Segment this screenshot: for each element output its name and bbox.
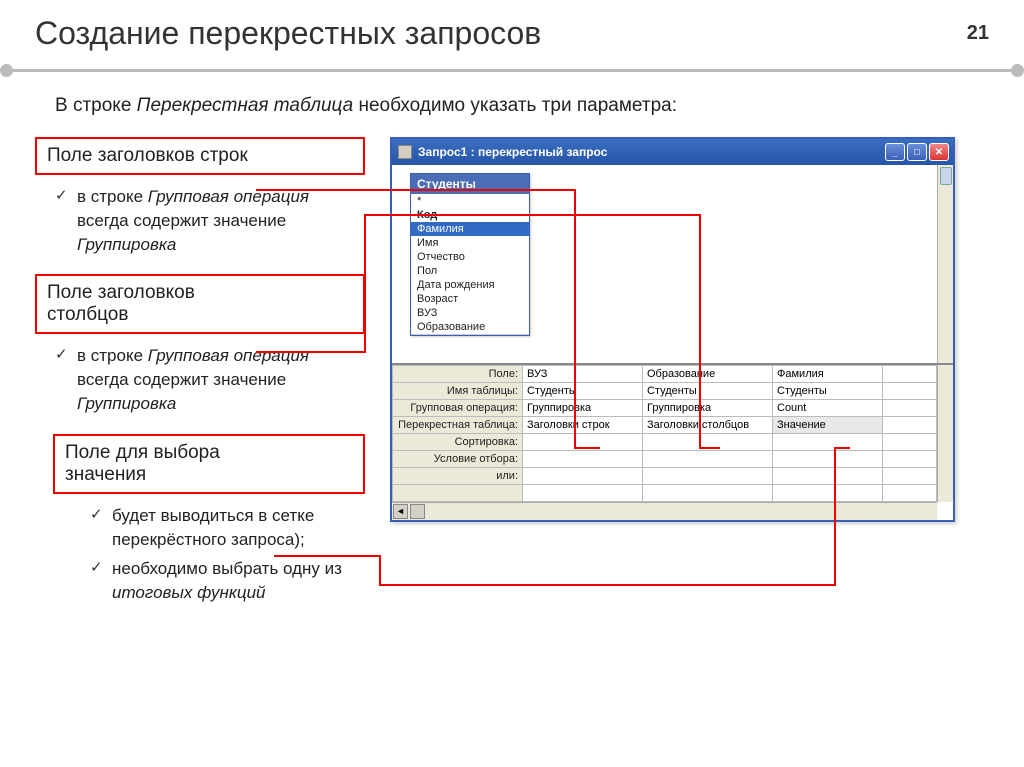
- field-imya[interactable]: Имя: [411, 236, 529, 250]
- lbl-groupop: Групповая операция:: [393, 400, 523, 417]
- field-otchestvo[interactable]: Отчество: [411, 250, 529, 264]
- scroll-left-icon[interactable]: ◄: [393, 504, 408, 519]
- table-card-title: Студенты: [411, 174, 529, 194]
- t: всегда содержит значение: [77, 370, 286, 389]
- lower-scrollbar-h[interactable]: ◄: [392, 502, 937, 520]
- t: Группировка: [77, 235, 176, 254]
- cell-empty[interactable]: [883, 366, 937, 383]
- t: Групповая операция: [148, 346, 309, 365]
- cell-empty[interactable]: [883, 451, 937, 468]
- cell-empty[interactable]: [773, 468, 883, 485]
- cell-empty[interactable]: [773, 434, 883, 451]
- t: итоговых функций: [112, 583, 265, 602]
- t: Групповая операция: [148, 187, 309, 206]
- cell-field-1[interactable]: ВУЗ: [523, 366, 643, 383]
- t: всегда содержит значение: [77, 211, 286, 230]
- table-card[interactable]: Студенты * Код Фамилия Имя Отчество Пол …: [410, 173, 530, 336]
- t: Поле заголовков: [47, 282, 195, 303]
- t: столбцов: [47, 304, 128, 325]
- cell-empty[interactable]: [523, 451, 643, 468]
- t: необходимо выбрать одну из: [112, 559, 342, 578]
- cell-field-3[interactable]: Фамилия: [773, 366, 883, 383]
- lbl-crosstab: Перекрестная таблица:: [393, 417, 523, 434]
- bullet-output: будет выводиться в сетке перекрёстного з…: [90, 504, 365, 552]
- callout-value-field: Поле для выбора значения: [53, 434, 365, 494]
- bullet-agg-func: необходимо выбрать одну из итоговых функ…: [90, 557, 365, 605]
- cell-empty[interactable]: [523, 485, 643, 502]
- t: значения: [65, 464, 146, 485]
- cell-op-1[interactable]: Группировка: [523, 400, 643, 417]
- field-pol[interactable]: Пол: [411, 264, 529, 278]
- upper-scrollbar-v[interactable]: [937, 165, 953, 363]
- design-grid[interactable]: Поле: ВУЗ Образование Фамилия Имя таблиц…: [392, 365, 953, 520]
- field-vuz[interactable]: ВУЗ: [411, 306, 529, 320]
- bullet-group-op-2: в строке Групповая операция всегда содер…: [55, 344, 365, 415]
- cell-empty[interactable]: [523, 468, 643, 485]
- divider: [0, 60, 1024, 80]
- cell-empty[interactable]: [643, 451, 773, 468]
- cell-op-2[interactable]: Группировка: [643, 400, 773, 417]
- cell-empty[interactable]: [883, 400, 937, 417]
- bullet-group-op-1: в строке Групповая операция всегда содер…: [55, 185, 365, 256]
- cell-empty[interactable]: [643, 485, 773, 502]
- lbl-sort: Сортировка:: [393, 434, 523, 451]
- intro-pre: В строке: [55, 95, 137, 116]
- callout-col-headers: Поле заголовков столбцов: [35, 274, 365, 334]
- window-icon: [398, 145, 412, 159]
- scroll-thumb[interactable]: [410, 504, 425, 519]
- cell-empty[interactable]: [883, 485, 937, 502]
- left-column: Поле заголовков строк в строке Групповая…: [35, 137, 365, 623]
- field-familiya[interactable]: Фамилия: [411, 222, 529, 236]
- field-age[interactable]: Возраст: [411, 292, 529, 306]
- titlebar[interactable]: Запрос1 : перекрестный запрос _ □ ✕: [392, 139, 953, 165]
- lbl-field: Поле:: [393, 366, 523, 383]
- cell-op-3[interactable]: Count: [773, 400, 883, 417]
- cell-empty[interactable]: [773, 451, 883, 468]
- slide-title: Создание перекрестных запросов: [35, 15, 541, 52]
- cell-field-2[interactable]: Образование: [643, 366, 773, 383]
- cell-cross-1[interactable]: Заголовки строк: [523, 417, 643, 434]
- cell-empty[interactable]: [883, 383, 937, 400]
- close-button[interactable]: ✕: [929, 143, 949, 161]
- cell-table-3[interactable]: Студенты: [773, 383, 883, 400]
- cell-empty[interactable]: [773, 485, 883, 502]
- page-number: 21: [967, 22, 989, 45]
- field-star[interactable]: *: [411, 194, 529, 208]
- t: Группировка: [77, 394, 176, 413]
- minimize-button[interactable]: _: [885, 143, 905, 161]
- field-education[interactable]: Образование: [411, 320, 529, 335]
- cell-empty[interactable]: [883, 468, 937, 485]
- maximize-button[interactable]: □: [907, 143, 927, 161]
- field-birthdate[interactable]: Дата рождения: [411, 278, 529, 292]
- cell-table-1[interactable]: Студенты: [523, 383, 643, 400]
- callout-row-headers: Поле заголовков строк: [35, 137, 365, 175]
- cell-cross-2[interactable]: Заголовки столбцов: [643, 417, 773, 434]
- cell-empty[interactable]: [883, 434, 937, 451]
- t: Поле для выбора: [65, 442, 220, 463]
- t: в строке: [77, 187, 148, 206]
- lbl-blank: [393, 485, 523, 502]
- cell-empty[interactable]: [643, 468, 773, 485]
- cell-empty[interactable]: [643, 434, 773, 451]
- table-pane[interactable]: Студенты * Код Фамилия Имя Отчество Пол …: [392, 165, 953, 365]
- lbl-or: или:: [393, 468, 523, 485]
- intro-post: необходимо указать три параметра:: [353, 95, 677, 116]
- query-window: Запрос1 : перекрестный запрос _ □ ✕ Студ…: [390, 137, 955, 522]
- field-kod[interactable]: Код: [411, 208, 529, 222]
- cell-empty[interactable]: [883, 417, 937, 434]
- window-title: Запрос1 : перекрестный запрос: [418, 145, 607, 159]
- intro-italic: Перекрестная таблица: [137, 95, 354, 116]
- lbl-table: Имя таблицы:: [393, 383, 523, 400]
- lbl-criteria: Условие отбора:: [393, 451, 523, 468]
- cell-cross-3[interactable]: Значение: [773, 417, 883, 434]
- cell-table-2[interactable]: Студенты: [643, 383, 773, 400]
- cell-empty[interactable]: [523, 434, 643, 451]
- t: в строке: [77, 346, 148, 365]
- lower-scrollbar-v[interactable]: [937, 365, 953, 502]
- intro-text: В строке Перекрестная таблица необходимо…: [55, 95, 989, 117]
